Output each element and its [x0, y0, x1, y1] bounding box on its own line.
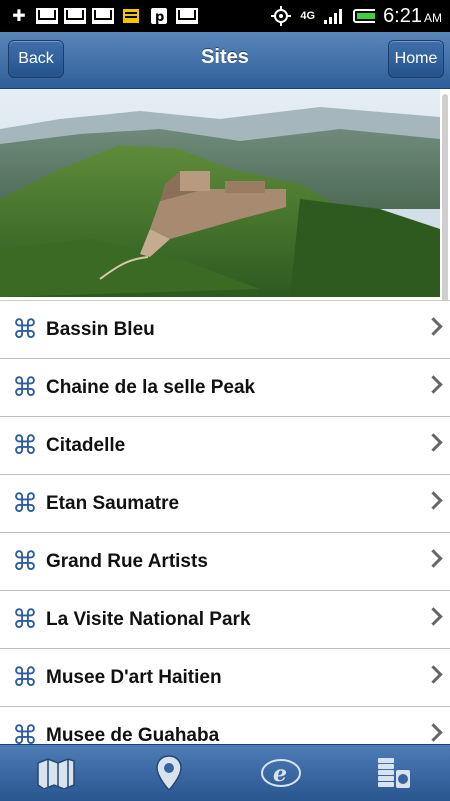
e-logo-icon: e [260, 757, 302, 789]
command-icon: ⌘ [10, 547, 40, 577]
list-item[interactable]: ⌘ Musee de Guahaba [0, 707, 450, 745]
clock: 6:21AM [383, 5, 442, 28]
list-item[interactable]: ⌘ Citadelle [0, 417, 450, 475]
chevron-right-icon [424, 433, 442, 451]
site-name: Musee D'art Haitien [46, 667, 222, 689]
battery-icon [353, 7, 375, 25]
tab-map[interactable] [0, 745, 113, 801]
tab-e[interactable]: e [225, 745, 338, 801]
bottom-tab-bar: e [0, 744, 450, 801]
gmail-icon [176, 8, 198, 24]
status-bar: ✚ p 4G 6:21AM [0, 0, 450, 32]
home-button[interactable]: Home [388, 40, 444, 78]
header-bar: Back Sites Home [0, 32, 450, 89]
site-name: Bassin Bleu [46, 319, 155, 341]
chevron-right-icon [424, 491, 442, 509]
command-icon: ⌘ [10, 489, 40, 519]
command-icon: ⌘ [10, 605, 40, 635]
command-icon: ⌘ [10, 431, 40, 461]
svg-text:p: p [155, 10, 164, 25]
map-icon [36, 757, 76, 789]
usb-icon: ✚ [8, 7, 30, 25]
site-name: Citadelle [46, 435, 125, 457]
chevron-right-icon [424, 607, 442, 625]
tab-location[interactable] [113, 745, 226, 801]
site-banner-image [0, 89, 440, 297]
command-icon: ⌘ [10, 315, 40, 345]
money-icon [374, 756, 414, 790]
list-item[interactable]: ⌘ Grand Rue Artists [0, 533, 450, 591]
signal-icon [323, 7, 345, 25]
chevron-right-icon [424, 665, 442, 683]
tab-money[interactable] [338, 745, 450, 801]
p-icon: p [148, 7, 170, 25]
location-pin-icon [155, 755, 183, 791]
home-button-label: Home [395, 50, 438, 68]
command-icon: ⌘ [10, 373, 40, 403]
list-item[interactable]: ⌘ La Visite National Park [0, 591, 450, 649]
gmail-icon [64, 8, 86, 24]
site-name: Etan Saumatre [46, 493, 179, 515]
command-icon: ⌘ [10, 663, 40, 693]
chevron-right-icon [424, 549, 442, 567]
list-item[interactable]: ⌘ Bassin Bleu [0, 301, 450, 359]
list-item[interactable]: ⌘ Chaine de la selle Peak [0, 359, 450, 417]
mail-icon [92, 8, 114, 24]
gps-icon [270, 7, 292, 25]
news-icon [120, 7, 142, 25]
gmail-icon [36, 8, 58, 24]
chevron-right-icon [424, 723, 442, 741]
page-title: Sites [0, 46, 450, 69]
chevron-right-icon [424, 317, 442, 335]
command-icon: ⌘ [10, 721, 40, 746]
site-name: Chaine de la selle Peak [46, 377, 255, 399]
chevron-right-icon [424, 375, 442, 393]
sites-list: ⌘ Bassin Bleu ⌘ Chaine de la selle Peak … [0, 300, 450, 745]
svg-text:e: e [273, 761, 287, 787]
site-name: Grand Rue Artists [46, 551, 208, 573]
list-item[interactable]: ⌘ Etan Saumatre [0, 475, 450, 533]
site-name: La Visite National Park [46, 609, 251, 631]
list-item[interactable]: ⌘ Musee D'art Haitien [0, 649, 450, 707]
network-4g-icon: 4G [300, 10, 315, 22]
site-name: Musee de Guahaba [46, 725, 219, 746]
